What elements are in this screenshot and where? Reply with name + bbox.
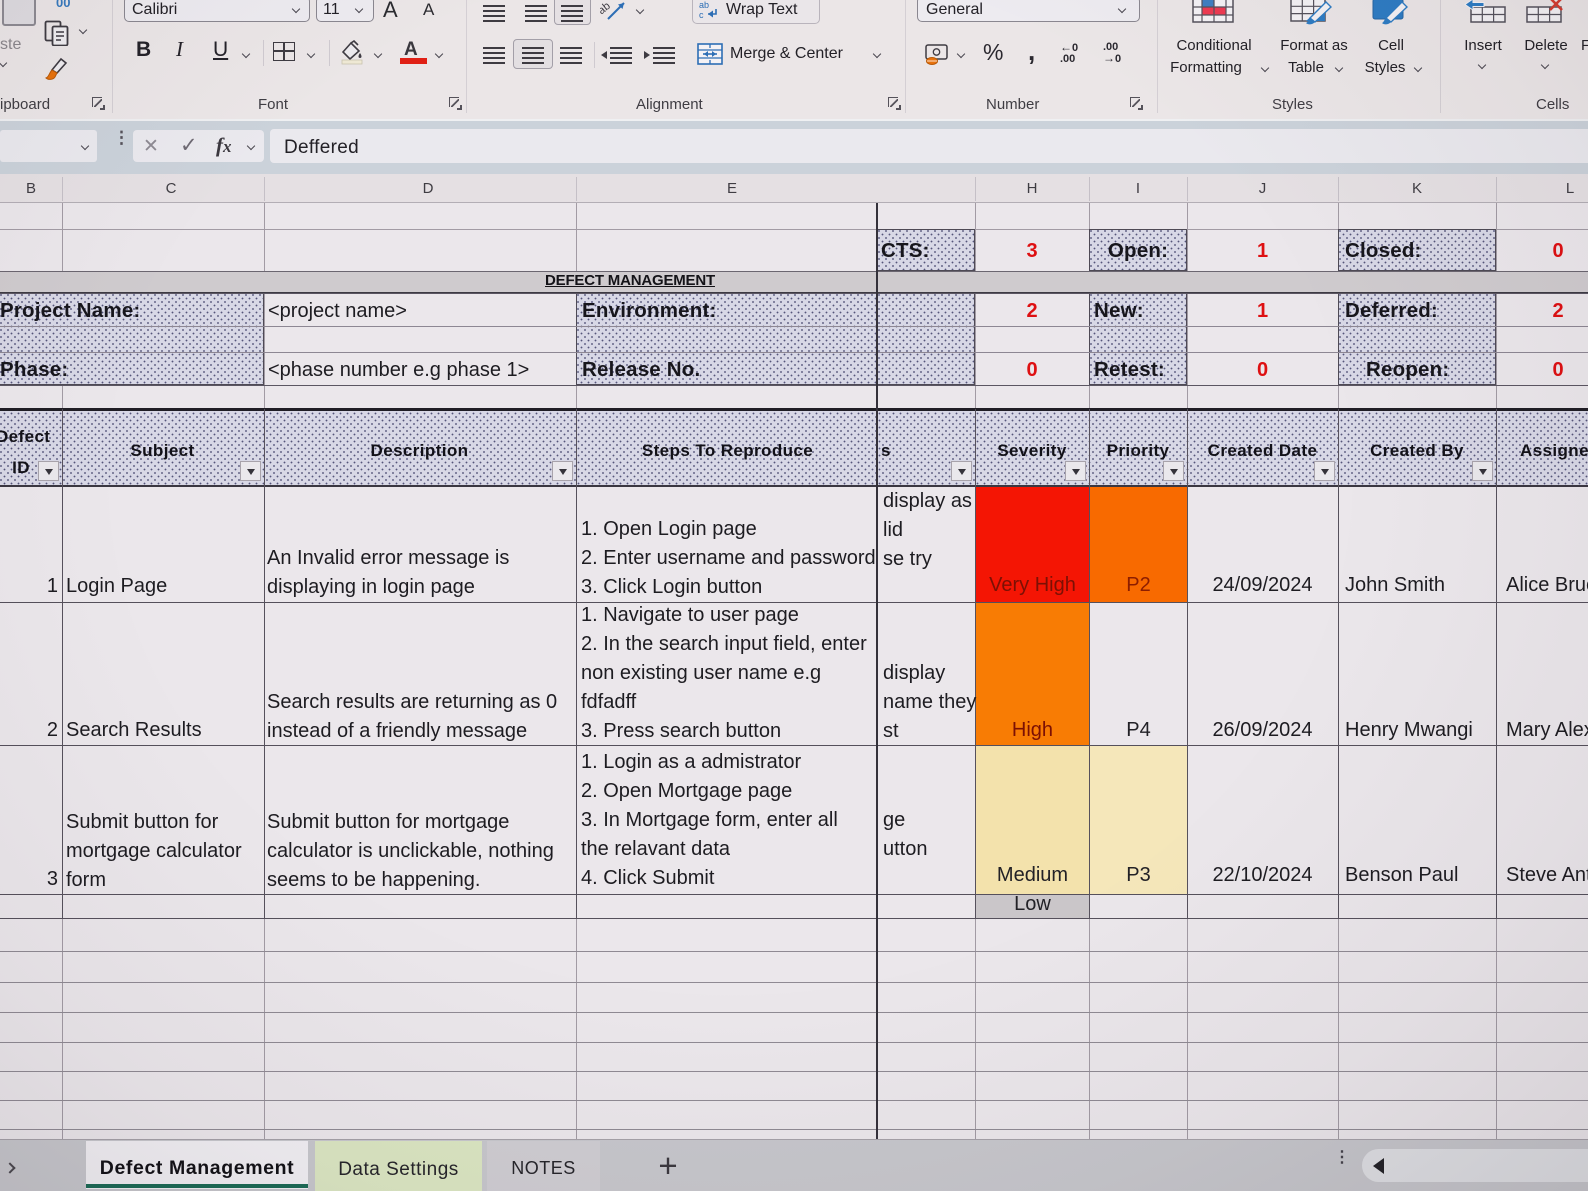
svg-text:ab: ab xyxy=(699,0,709,10)
svg-text:ab: ab xyxy=(600,0,613,17)
svg-text:c: c xyxy=(699,10,704,20)
